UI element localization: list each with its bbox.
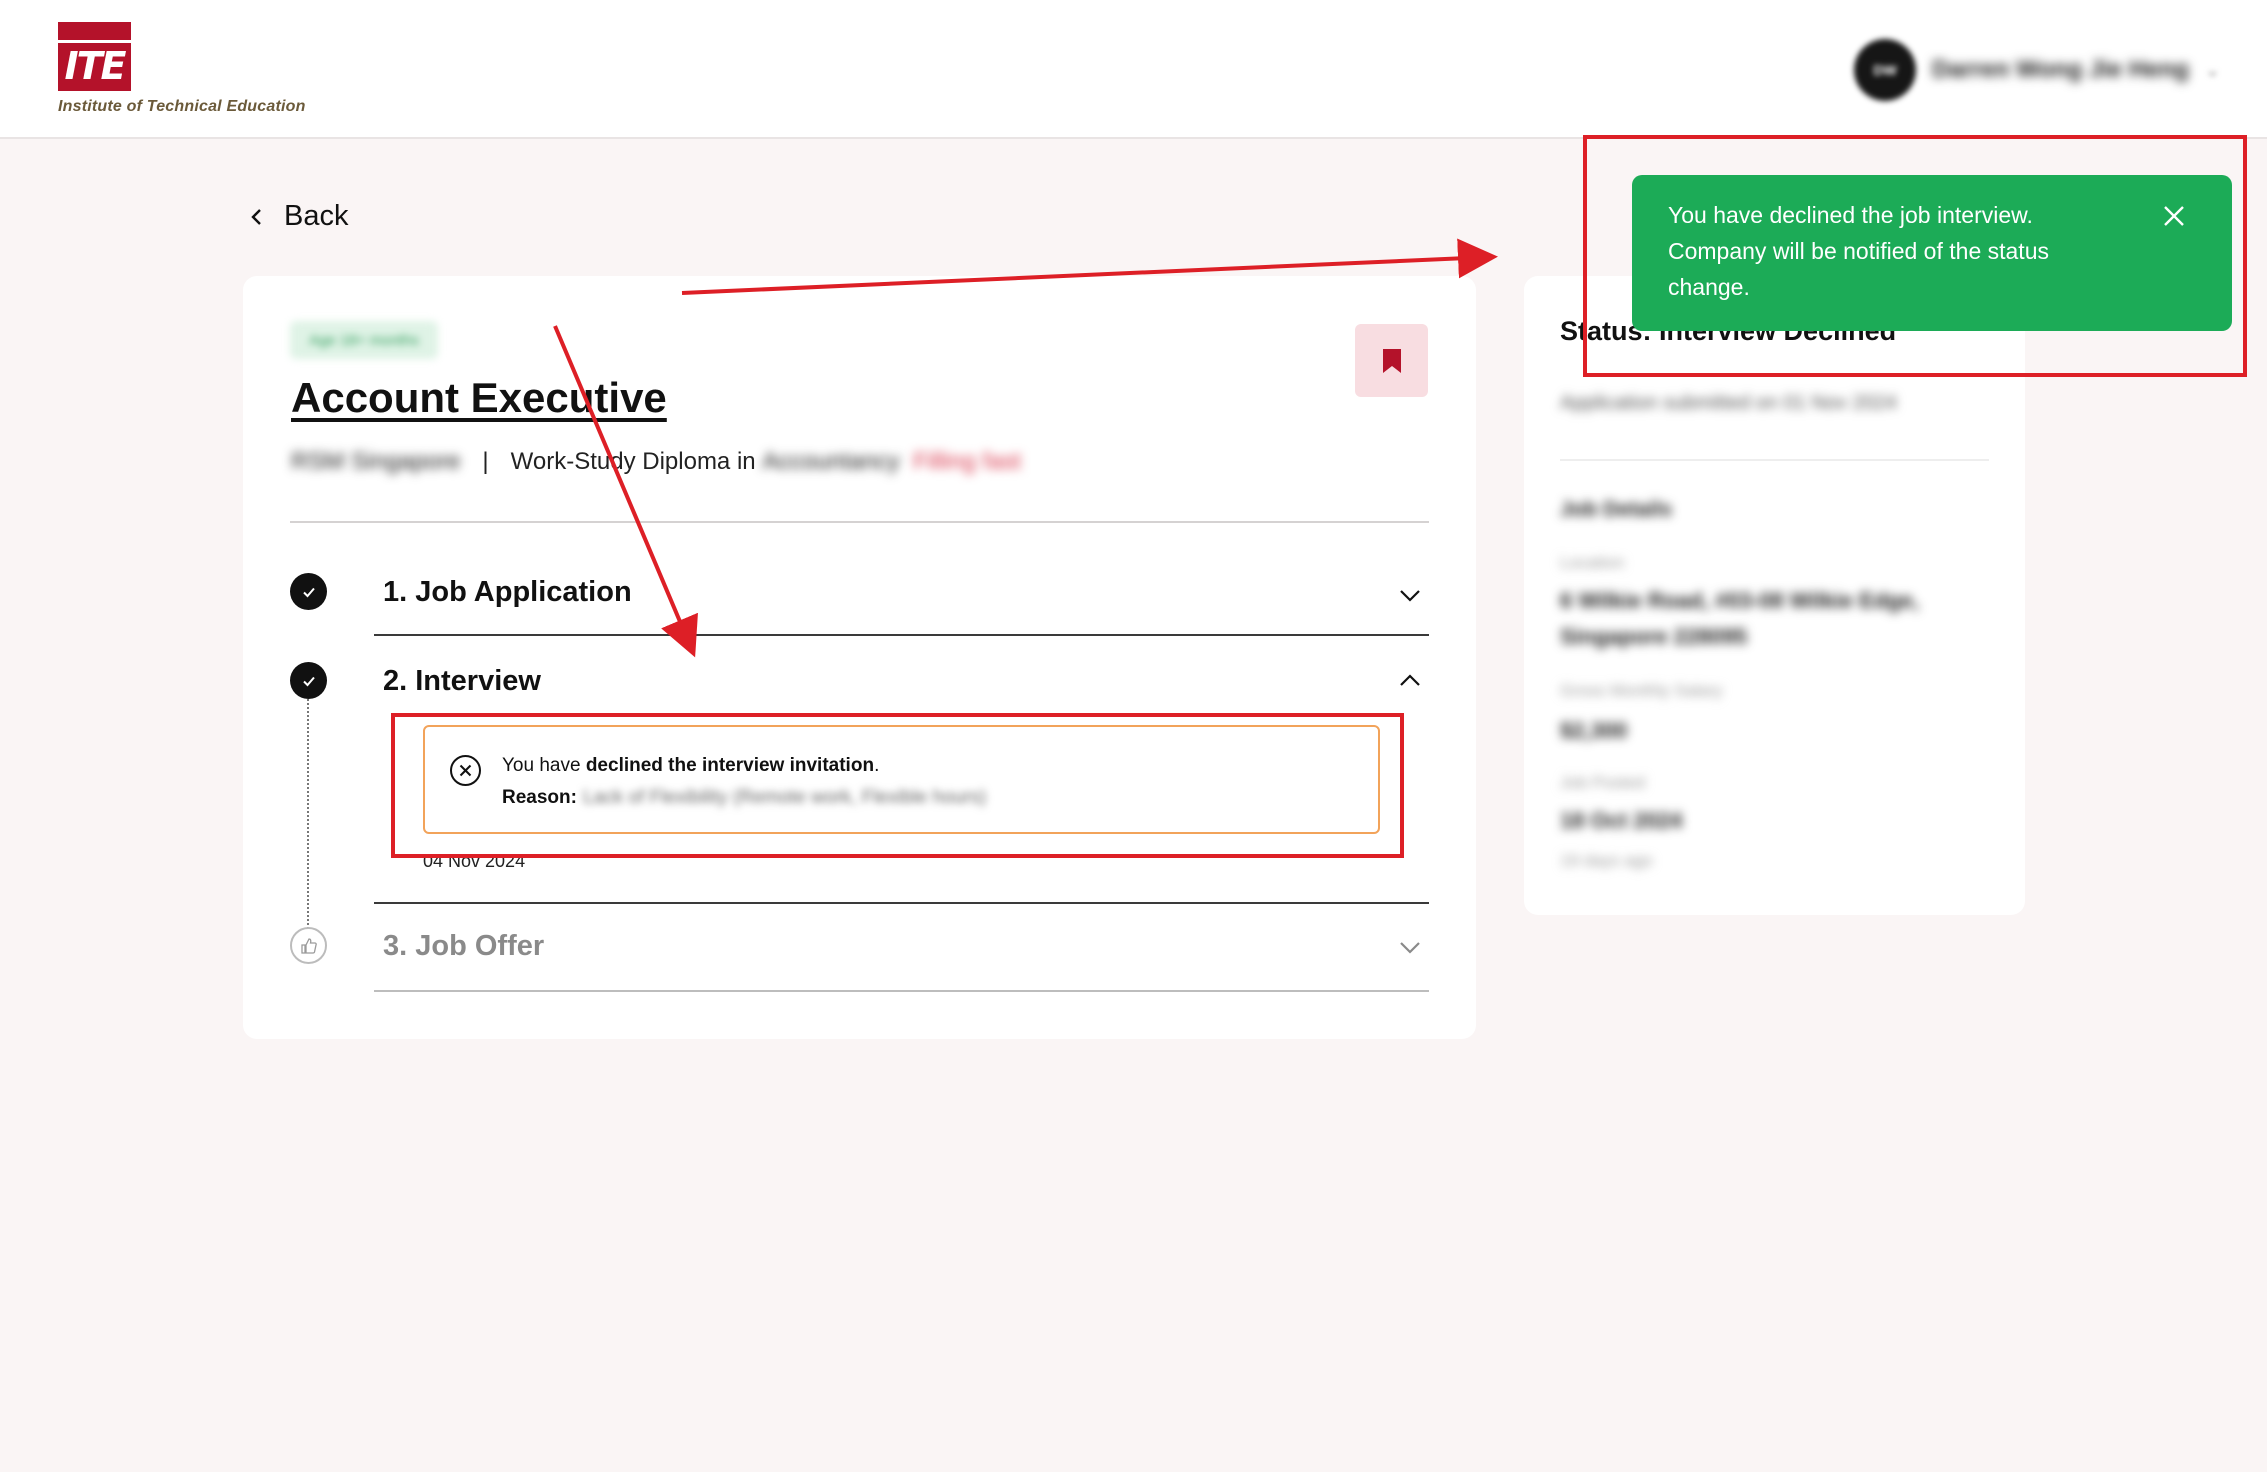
avatar: DW [1854, 39, 1916, 101]
location-label: Location [1560, 553, 1625, 572]
divider [1560, 459, 1989, 461]
step-divider [374, 634, 1429, 636]
step-divider [374, 902, 1429, 904]
back-button[interactable]: Back [248, 200, 348, 233]
posted-value: 18 Oct 2024 [1560, 808, 1683, 833]
status-hint: Filling fast [913, 448, 1022, 475]
chevron-down-icon[interactable] [1399, 941, 1421, 955]
bookmark-button[interactable] [1355, 324, 1428, 397]
step-connector [307, 699, 309, 937]
step-job-offer[interactable]: 3. Job Offer [383, 930, 544, 963]
divider [290, 521, 1429, 523]
user-menu[interactable]: DW Darren Wong Jie Heng ⌄ [1854, 38, 2220, 102]
logo-mark-text: ITE [64, 44, 126, 88]
user-name: Darren Wong Jie Heng [1932, 56, 2189, 83]
posted-ago: 19 days ago [1560, 851, 1653, 870]
ite-logo-mark: ITE [58, 22, 131, 91]
job-tag: Age 18+ months [290, 321, 438, 359]
location-line1: 6 Wilkie Road, #03-08 Wilkie Edge, [1560, 588, 1920, 613]
programme-prefix: Work-Study Diploma in [510, 448, 756, 475]
programme-name: Accountancy [762, 448, 900, 475]
chevron-down-icon: ⌄ [2204, 59, 2221, 80]
top-bar: ITE Institute of Technical Education DW … [0, 0, 2267, 139]
job-card: Age 18+ months Account Executive RSM Sin… [243, 276, 1476, 1039]
salary-value: $2,300 [1560, 718, 1628, 743]
job-title[interactable]: Account Executive [291, 374, 667, 422]
meta-separator: | [482, 448, 489, 475]
thumbs-up-icon [290, 927, 327, 964]
ite-logo[interactable]: ITE Institute of Technical Education [58, 22, 306, 116]
salary-label: Gross Monthly Salary [1560, 681, 1723, 700]
step-job-application[interactable]: 1. Job Application [383, 576, 632, 609]
submitted-date: Application submitted on 01 Nov 2024 [1560, 392, 1897, 414]
step-divider [374, 990, 1429, 992]
step-interview[interactable]: 2. Interview [383, 665, 541, 698]
annotation-box-notice [391, 713, 1404, 858]
job-details-heading: Job Details [1560, 498, 1673, 521]
chevron-down-icon[interactable] [1399, 589, 1421, 603]
company-name: RSM Singapore [291, 448, 461, 475]
logo-text: Institute of Technical Education [58, 98, 306, 115]
back-label: Back [284, 200, 349, 232]
bookmark-icon [1382, 348, 1401, 373]
posted-label: Job Posted [1560, 773, 1646, 792]
location-line2: Singapore 228095 [1560, 624, 1748, 649]
chevron-left-icon [251, 208, 261, 225]
check-circle-icon [290, 662, 327, 699]
check-circle-icon [290, 573, 327, 610]
annotation-box-toast [1583, 135, 2247, 377]
chevron-up-icon[interactable] [1399, 673, 1421, 687]
job-meta: RSM Singapore | Work-Study Diploma in Ac… [291, 442, 1021, 482]
